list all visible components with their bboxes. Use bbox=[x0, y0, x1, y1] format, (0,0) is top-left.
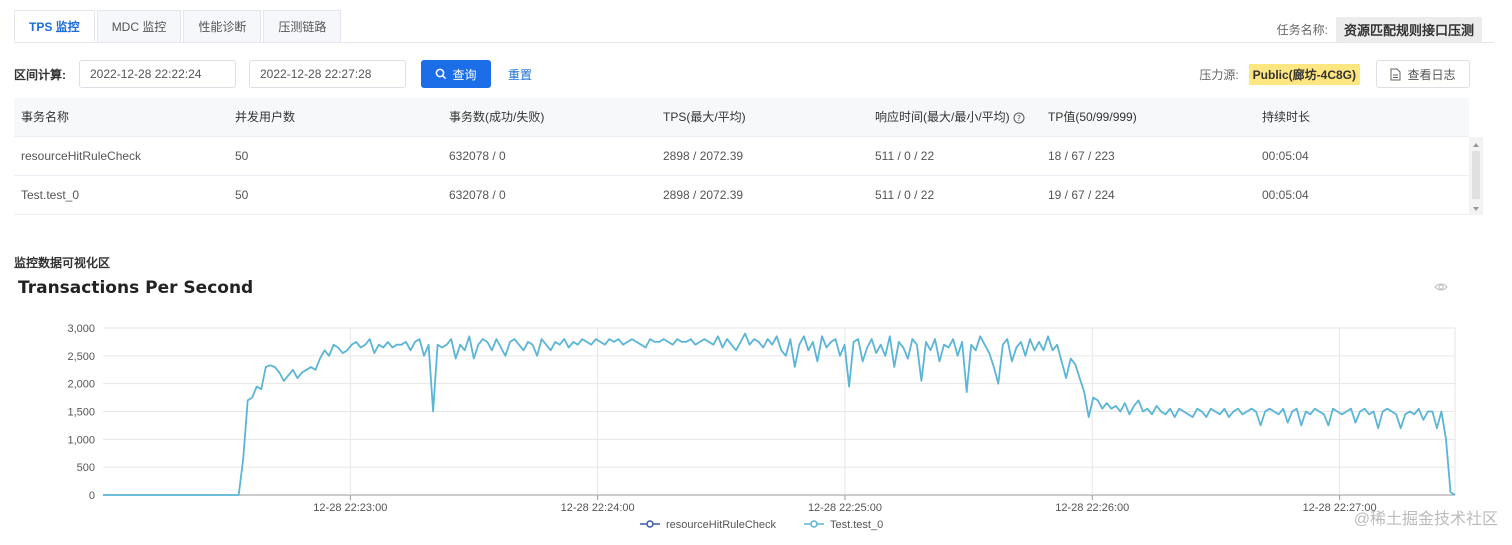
tab-bar: TPS 监控 MDC 监控 性能诊断 压测链路 bbox=[14, 10, 343, 42]
column-header-response-time: 响应时间(最大/最小/平均)? bbox=[875, 98, 1025, 137]
column-header: 并发用户数 bbox=[235, 110, 296, 124]
tps-line-chart: 0 500 1,000 1,500 2,000 2,500 3,000 12-28 22:23… bbox=[67, 323, 1456, 531]
series-line-test-test-0 bbox=[103, 332, 1456, 496]
tab-performance-diagnosis[interactable]: 性能诊断 bbox=[183, 10, 262, 42]
table-scrollbar[interactable] bbox=[1469, 137, 1483, 215]
x-tick-label: 12-28 22:24:00 bbox=[561, 502, 635, 514]
eye-icon[interactable] bbox=[1434, 282, 1448, 292]
table-cell: 50 bbox=[235, 149, 249, 163]
reset-link[interactable]: 重置 bbox=[508, 66, 532, 83]
column-header: 持续时长 bbox=[1262, 110, 1311, 124]
tab-divider bbox=[14, 42, 1494, 43]
table-cell: 2898 / 2072.39 bbox=[663, 188, 744, 202]
task-name-label: 任务名称: bbox=[1276, 23, 1328, 37]
view-log-button[interactable]: 查看日志 bbox=[1376, 60, 1470, 88]
range-toolbar: 区间计算: 查询 重置 bbox=[14, 60, 532, 88]
table-cell: 511 / 0 / 22 bbox=[875, 188, 935, 202]
column-header: 事务数(成功/失败) bbox=[449, 110, 545, 124]
table-cell: 00:05:04 bbox=[1262, 149, 1309, 163]
table-row[interactable]: Test.test_0 50 632078 / 0 2898 / 2072.39… bbox=[14, 176, 1469, 215]
column-header: 事务名称 bbox=[21, 110, 70, 124]
scroll-thumb[interactable] bbox=[1472, 151, 1480, 199]
help-icon[interactable]: ? bbox=[1013, 112, 1025, 124]
start-time-input[interactable] bbox=[79, 60, 236, 88]
x-tick-label: 12-28 22:26:00 bbox=[1055, 502, 1129, 514]
pressure-source: 压力源: Public(廊坊-4C8G) 查看日志 bbox=[1199, 60, 1470, 88]
legend-symbol-marker[interactable] bbox=[810, 520, 818, 528]
watermark: @稀土掘金技术社区 bbox=[1353, 511, 1498, 528]
pressure-source-value: Public(廊坊-4C8G) bbox=[1248, 63, 1360, 85]
scroll-down-icon[interactable] bbox=[1473, 207, 1479, 211]
tab-tps-monitor[interactable]: TPS 监控 bbox=[14, 10, 95, 42]
table-cell: 632078 / 0 bbox=[449, 149, 506, 163]
tab-mdc-monitor[interactable]: MDC 监控 bbox=[96, 10, 182, 42]
svg-text:?: ? bbox=[1017, 114, 1021, 123]
task-info: 任务名称: 资源匹配规则接口压测 bbox=[1277, 17, 1482, 42]
end-time-input[interactable] bbox=[249, 60, 406, 88]
column-header: TPS(最大/平均) bbox=[663, 110, 746, 124]
view-log-label: 查看日志 bbox=[1407, 67, 1456, 82]
table-cell: 2898 / 2072.39 bbox=[663, 149, 744, 163]
query-button-label: 查询 bbox=[452, 67, 477, 82]
x-tick-label: 12-28 22:23:00 bbox=[313, 502, 387, 514]
column-header: TP值(50/99/999) bbox=[1048, 110, 1137, 124]
table-cell: 511 / 0 / 22 bbox=[875, 149, 935, 163]
search-icon bbox=[436, 68, 447, 80]
section-title: 监控数据可视化区 bbox=[14, 256, 111, 270]
y-tick-label: 1,500 bbox=[67, 407, 95, 419]
legend-label[interactable]: resourceHitRuleCheck bbox=[666, 519, 777, 531]
legend-label[interactable]: Test.test_0 bbox=[830, 519, 883, 531]
scroll-up-icon[interactable] bbox=[1473, 143, 1479, 147]
table-cell: 50 bbox=[235, 188, 249, 202]
table-cell: 18 / 67 / 223 bbox=[1048, 149, 1115, 163]
column-header: 响应时间(最大/最小/平均) bbox=[875, 110, 1010, 124]
table-cell: 00:05:04 bbox=[1262, 188, 1309, 202]
table-header-row: 事务名称 并发用户数 事务数(成功/失败) TPS(最大/平均) 响应时间(最大… bbox=[14, 98, 1469, 137]
y-tick-label: 0 bbox=[89, 490, 95, 502]
x-tick-label: 12-28 22:25:00 bbox=[808, 502, 882, 514]
task-name-value: 资源匹配规则接口压测 bbox=[1335, 17, 1482, 42]
query-button[interactable]: 查询 bbox=[421, 60, 491, 88]
table-cell: 632078 / 0 bbox=[449, 188, 506, 202]
pressure-source-label: 压力源: bbox=[1199, 67, 1239, 82]
table-cell: 19 / 67 / 224 bbox=[1048, 188, 1115, 202]
table-cell: Test.test_0 bbox=[21, 188, 80, 202]
range-label: 区间计算: bbox=[14, 67, 66, 82]
y-tick-label: 2,500 bbox=[67, 351, 95, 363]
chart-title: Transactions Per Second bbox=[18, 278, 254, 298]
y-tick-label: 1,000 bbox=[67, 434, 95, 446]
y-tick-label: 500 bbox=[77, 462, 95, 474]
table-row[interactable]: resourceHitRuleCheck 50 632078 / 0 2898 … bbox=[14, 137, 1469, 176]
table-cell: resourceHitRuleCheck bbox=[21, 149, 142, 163]
tab-load-test-chain[interactable]: 压测链路 bbox=[263, 10, 342, 42]
legend-symbol-marker[interactable] bbox=[646, 520, 654, 528]
y-tick-label: 3,000 bbox=[67, 323, 95, 335]
document-icon bbox=[1390, 68, 1401, 80]
y-tick-label: 2,000 bbox=[67, 379, 95, 391]
